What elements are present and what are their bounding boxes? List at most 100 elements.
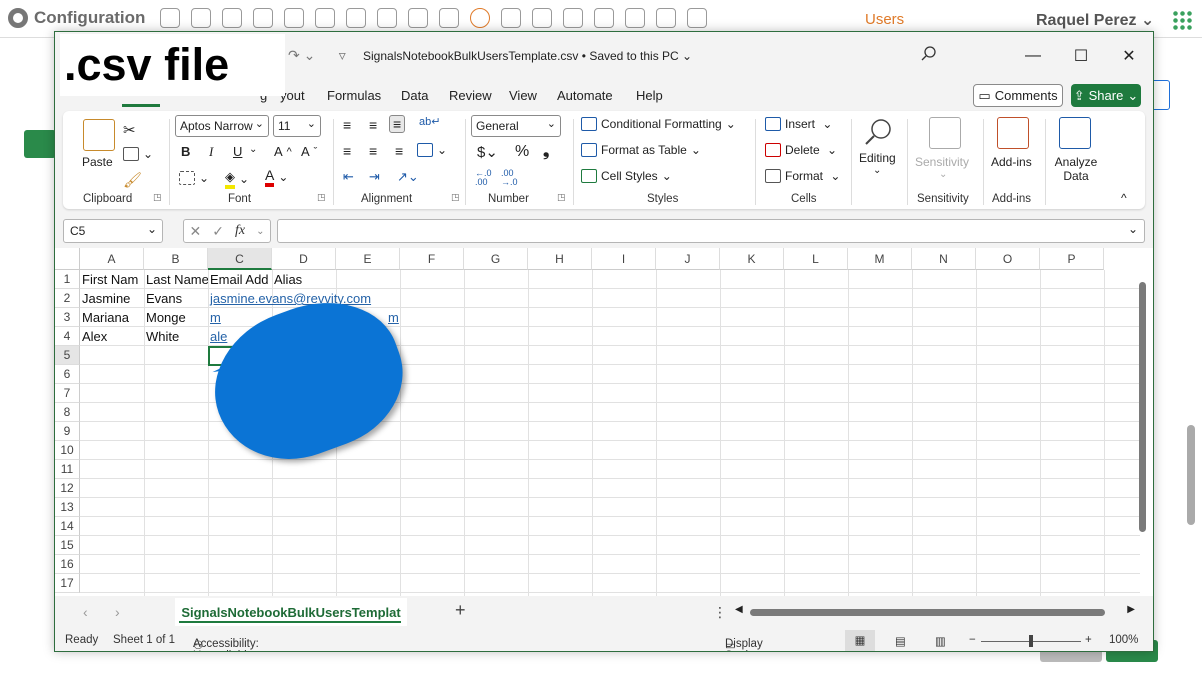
font-size-select[interactable]: 11	[273, 115, 321, 137]
italic-button[interactable]: I	[209, 144, 213, 160]
row-header-2[interactable]: 2	[55, 289, 80, 308]
row-header-17[interactable]: 17	[55, 574, 80, 593]
paste-icon[interactable]	[83, 119, 115, 151]
database-icon[interactable]	[315, 8, 335, 28]
maximize-button[interactable]: ☐	[1057, 32, 1105, 80]
merge-center-icon[interactable]: ⌄	[417, 143, 447, 157]
formula-bar-input[interactable]: ⌄	[277, 219, 1145, 243]
align-center-icon[interactable]: ≡	[369, 143, 377, 159]
cell-b4[interactable]: White	[144, 327, 208, 346]
next-sheet-icon[interactable]: ›	[115, 604, 120, 620]
column-header-p[interactable]: P	[1040, 248, 1104, 270]
group-icon[interactable]	[439, 8, 459, 28]
user-icon[interactable]	[470, 8, 490, 28]
settings-icon[interactable]	[656, 8, 676, 28]
row-header-1[interactable]: 1	[55, 270, 80, 289]
align-bottom-icon[interactable]: ≡	[389, 115, 406, 133]
column-header-l[interactable]: L	[784, 248, 848, 270]
align-top-icon[interactable]: ≡	[343, 117, 351, 133]
vertical-scrollbar[interactable]	[1134, 270, 1152, 596]
network-icon[interactable]	[377, 8, 397, 28]
user-menu[interactable]: Raquel Perez ⌄	[1036, 10, 1154, 30]
number-dialog-launcher-icon[interactable]: ◳	[557, 192, 566, 203]
number-format-select[interactable]: General	[471, 115, 561, 137]
worksheet-grid[interactable]: A B C D E F G H I J K L M N O P 1 2 3 4 5 6 7 8 9 10 11 12 13 14 15 16 1…	[55, 248, 1153, 596]
analyze-data-icon[interactable]	[1059, 117, 1091, 149]
zoom-in-icon[interactable]: +	[1085, 634, 1092, 646]
increase-font-icon[interactable]: A ^	[274, 144, 292, 159]
create-user-button[interactable]	[24, 130, 56, 158]
decrease-font-icon[interactable]: Aˇ	[301, 144, 317, 159]
row-header-7[interactable]: 7	[55, 384, 80, 403]
name-box[interactable]: C5 ⌄	[63, 219, 163, 243]
app-title[interactable]: Configuration	[8, 8, 145, 28]
row-header-12[interactable]: 12	[55, 479, 80, 498]
align-middle-icon[interactable]: ≡	[369, 117, 377, 133]
section-users[interactable]: Users	[865, 11, 904, 28]
cell-b3[interactable]: Monge	[144, 308, 208, 327]
tab-automate[interactable]: Automate	[557, 88, 613, 103]
fx-icon[interactable]: fx	[235, 223, 245, 239]
insert-cells-button[interactable]: Insert ⌄	[765, 117, 832, 131]
column-header-k[interactable]: K	[720, 248, 784, 270]
row-header-4[interactable]: 4	[55, 327, 80, 346]
column-header-e[interactable]: E	[336, 248, 400, 270]
location-icon[interactable]	[594, 8, 614, 28]
collapse-ribbon-icon[interactable]: ^	[1121, 191, 1127, 205]
list-icon[interactable]	[253, 8, 273, 28]
row-header-14[interactable]: 14	[55, 517, 80, 536]
column-header-j[interactable]: J	[656, 248, 720, 270]
quick-access-toolbar[interactable]: ↷ ⌄ ▿	[288, 47, 346, 64]
sensitivity-button[interactable]: Sensitivity	[915, 155, 969, 169]
page-layout-view-icon[interactable]: ▤	[895, 634, 906, 648]
zoom-out-icon[interactable]: −	[969, 634, 976, 646]
row-header-11[interactable]: 11	[55, 460, 80, 479]
share-icon[interactable]	[346, 8, 366, 28]
underline-button[interactable]: U	[233, 144, 242, 159]
column-header-n[interactable]: N	[912, 248, 976, 270]
select-all-corner[interactable]	[55, 248, 80, 270]
row-header-9[interactable]: 9	[55, 422, 80, 441]
horizontal-scrollbar[interactable]: ◀ ▶	[735, 604, 1135, 618]
column-header-f[interactable]: F	[400, 248, 464, 270]
format-painter-icon[interactable]: 🖌	[123, 171, 142, 189]
column-header-o[interactable]: O	[976, 248, 1040, 270]
info-icon[interactable]	[191, 8, 211, 28]
increase-decimal-icon[interactable]: ←.0.00	[475, 169, 492, 187]
dialog-launcher-icon[interactable]: ◳	[153, 192, 162, 203]
column-header-d[interactable]: D	[272, 248, 336, 270]
cube-icon[interactable]	[532, 8, 552, 28]
cell-c1[interactable]: Email Add	[208, 270, 272, 289]
prev-sheet-icon[interactable]: ‹	[83, 604, 88, 620]
borders-icon[interactable]: ⌄	[179, 171, 209, 185]
cell-a1[interactable]: First Nam	[80, 270, 144, 289]
zoom-level[interactable]: 100%	[1109, 634, 1138, 646]
align-right-icon[interactable]: ≡	[395, 143, 403, 159]
cell-b1[interactable]: Last Name	[144, 270, 208, 289]
align-left-icon[interactable]: ≡	[343, 143, 351, 159]
page-break-view-icon[interactable]: ▥	[935, 634, 946, 648]
column-header-b[interactable]: B	[144, 248, 208, 270]
addins-icon[interactable]	[997, 117, 1029, 149]
app-scrollbar[interactable]	[1184, 260, 1198, 550]
history-icon[interactable]	[687, 8, 707, 28]
cell-styles-button[interactable]: Cell Styles ⌄	[581, 169, 672, 183]
addins-button[interactable]: Add-ins	[991, 155, 1032, 169]
wrap-text-icon[interactable]: ab↵	[419, 115, 440, 128]
row-header-16[interactable]: 16	[55, 555, 80, 574]
row-header-6[interactable]: 6	[55, 365, 80, 384]
branch-icon[interactable]	[563, 8, 583, 28]
zoom-slider-thumb[interactable]	[1029, 635, 1033, 647]
row-header-3[interactable]: 3	[55, 308, 80, 327]
file-icon[interactable]	[284, 8, 304, 28]
font-name-select[interactable]: Aptos Narrow	[175, 115, 269, 137]
apps-grid-icon[interactable]	[1172, 10, 1192, 30]
format-cells-button[interactable]: Format ⌄	[765, 169, 840, 183]
cell-a3[interactable]: Mariana	[80, 308, 144, 327]
row-header-10[interactable]: 10	[55, 441, 80, 460]
hexagon-icon[interactable]	[408, 8, 428, 28]
paste-button[interactable]: Paste	[82, 155, 113, 169]
cell-b2[interactable]: Evans	[144, 289, 208, 308]
orientation-icon[interactable]: ↗⌄	[397, 169, 419, 185]
chevron-down-icon[interactable]: ⌄	[256, 226, 264, 237]
